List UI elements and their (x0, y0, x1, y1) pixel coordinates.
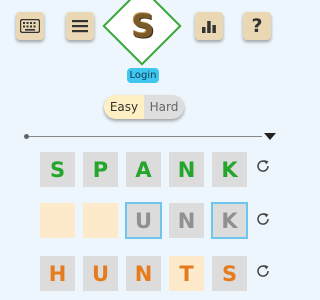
login-button[interactable]: Login (127, 68, 159, 83)
board-row-3: H U N T S (40, 256, 247, 291)
help-icon: ? (251, 14, 263, 37)
letter-tile[interactable]: U (83, 256, 118, 291)
stats-button[interactable] (195, 12, 223, 40)
letter-tile[interactable]: H (40, 256, 75, 291)
letter-tile[interactable]: K (212, 152, 247, 187)
progress-handle[interactable] (24, 134, 29, 139)
letter-tile[interactable]: N (169, 152, 204, 187)
letter-tile[interactable]: P (83, 152, 118, 187)
difficulty-hard-option[interactable]: Hard (144, 95, 184, 119)
letter-tile[interactable]: S (212, 256, 247, 291)
expand-down-icon[interactable] (264, 133, 276, 140)
letter-tile[interactable] (83, 203, 118, 238)
menu-button[interactable] (66, 12, 94, 40)
bar-chart-icon (202, 21, 216, 33)
letter-tile[interactable] (40, 203, 75, 238)
logo-letter: S (131, 7, 155, 45)
keyboard-button[interactable] (16, 12, 44, 40)
letter-tile[interactable]: U (125, 202, 162, 239)
letter-tile[interactable]: S (40, 152, 75, 187)
letter-tile[interactable]: N (126, 256, 161, 291)
hamburger-menu-icon (72, 20, 88, 33)
board-row-2: U N K (40, 202, 248, 239)
letter-tile[interactable]: N (169, 203, 204, 238)
refresh-icon[interactable] (255, 263, 271, 279)
refresh-icon[interactable] (255, 211, 271, 227)
help-button[interactable]: ? (243, 12, 271, 40)
difficulty-toggle[interactable]: Easy Hard (104, 95, 184, 119)
progress-track (26, 136, 262, 137)
refresh-icon[interactable] (255, 158, 271, 174)
difficulty-easy-option[interactable]: Easy (104, 95, 144, 119)
letter-tile[interactable]: T (169, 256, 204, 291)
keyboard-icon (20, 19, 40, 33)
board-row-1: S P A N K (40, 152, 247, 187)
letter-tile[interactable]: A (126, 152, 161, 187)
letter-tile[interactable]: K (211, 202, 248, 239)
